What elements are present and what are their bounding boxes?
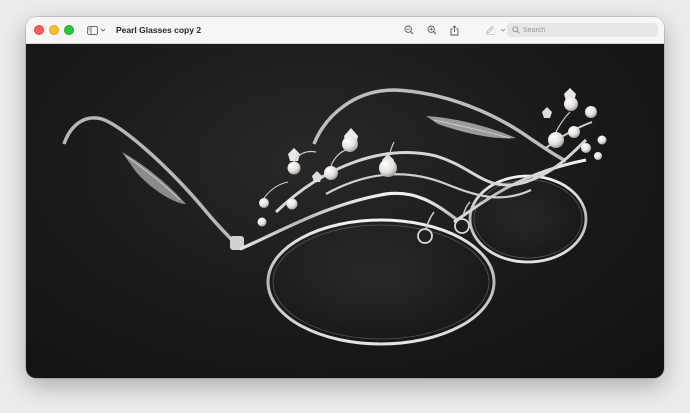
preview-window: Pearl Glasses copy 2 xyxy=(26,17,664,378)
zoom-button[interactable] xyxy=(64,25,74,35)
window-controls xyxy=(34,25,74,35)
search-input[interactable] xyxy=(523,26,653,34)
search-field[interactable] xyxy=(507,23,658,37)
close-button[interactable] xyxy=(34,25,44,35)
sidebar-toggle-button[interactable] xyxy=(85,22,108,38)
zoom-out-icon xyxy=(404,25,413,35)
image-canvas xyxy=(26,44,664,378)
pearl-glasses-photo xyxy=(62,88,607,346)
markup-button[interactable] xyxy=(482,21,498,39)
chevron-down-icon xyxy=(100,28,106,32)
zoom-out-button[interactable] xyxy=(397,21,420,39)
chevron-down-icon xyxy=(500,28,506,32)
toolbar: Pearl Glasses copy 2 xyxy=(26,17,664,44)
zoom-in-button[interactable] xyxy=(420,21,443,39)
sidebar-icon xyxy=(87,25,98,35)
window-title: Pearl Glasses copy 2 xyxy=(116,25,202,35)
share-icon xyxy=(450,24,459,35)
search-icon xyxy=(512,26,520,34)
share-button[interactable] xyxy=(443,21,466,39)
markup-pen-icon xyxy=(486,26,494,35)
minimize-button[interactable] xyxy=(49,25,59,35)
zoom-in-icon xyxy=(427,25,436,35)
